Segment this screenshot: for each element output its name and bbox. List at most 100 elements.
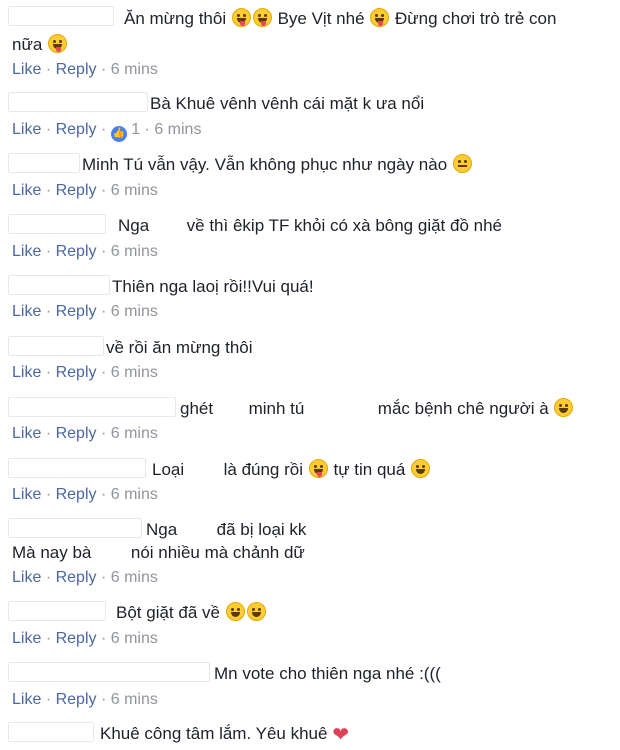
reply-link[interactable]: Reply — [56, 61, 97, 78]
comment-text: Khuê công tâm lắm. Yêu khuê — [100, 724, 328, 743]
reply-link[interactable]: Reply — [56, 303, 97, 320]
like-link[interactable]: Like — [12, 121, 41, 138]
reply-link[interactable]: Reply — [56, 630, 97, 647]
comment-text: Bà Khuê vênh vênh cái mặt k ưa nổi — [150, 94, 425, 113]
reply-link[interactable]: Reply — [56, 486, 97, 503]
separator: · — [100, 303, 107, 320]
comment-actions: Like · Reply · 6 mins — [12, 242, 158, 262]
reply-link[interactable]: Reply — [56, 691, 97, 708]
like-link[interactable]: Like — [12, 630, 41, 647]
comment-text: Mà nay bà — [12, 543, 92, 562]
comment-text: Bột giặt đã về — [116, 603, 220, 622]
timestamp[interactable]: 6 mins — [111, 425, 158, 442]
separator: · — [45, 691, 52, 708]
redacted-name — [8, 601, 106, 621]
reply-link[interactable]: Reply — [56, 569, 97, 586]
comment-text: minh tú — [248, 399, 305, 418]
separator: · — [100, 691, 107, 708]
timestamp[interactable]: 6 mins — [111, 61, 158, 78]
comment-text: Nga — [146, 520, 178, 539]
comment-text: Bye Vịt nhé — [277, 9, 365, 28]
like-thumb-icon[interactable]: 👍 — [110, 126, 127, 142]
comment-text: Ăn mừng thôi — [124, 9, 227, 28]
separator: · — [100, 486, 107, 503]
emoji-icon — [370, 8, 390, 27]
separator: · — [100, 182, 107, 199]
comment-actions: Like · Reply · 6 mins — [12, 424, 158, 444]
redacted-name — [8, 662, 210, 682]
redacted-name — [8, 92, 148, 112]
comment-actions: Like · Reply · 6 mins — [12, 690, 158, 710]
timestamp[interactable]: 6 mins — [111, 691, 158, 708]
separator: · — [100, 364, 107, 381]
redacted-name — [8, 722, 94, 742]
comment-text: nữa — [12, 35, 43, 54]
comment-text: nói nhiều mà chảnh dữ — [130, 543, 305, 562]
reply-link[interactable]: Reply — [56, 243, 97, 260]
like-link[interactable]: Like — [12, 364, 41, 381]
redacted-name — [8, 214, 106, 234]
comment-actions: Like · Reply · 6 mins — [12, 485, 158, 505]
comment-text: Nga — [118, 216, 150, 235]
timestamp[interactable]: 6 mins — [111, 182, 158, 199]
separator: · — [100, 569, 107, 586]
reply-link[interactable]: Reply — [56, 182, 97, 199]
like-link[interactable]: Like — [12, 243, 41, 260]
emoji-icon — [554, 398, 574, 417]
like-link[interactable]: Like — [12, 691, 41, 708]
like-link[interactable]: Like — [12, 182, 41, 199]
timestamp[interactable]: 6 mins — [111, 630, 158, 647]
redacted-name — [8, 153, 80, 173]
separator: · — [100, 425, 107, 442]
redacted-name — [8, 275, 110, 295]
comment-text: về thì êkip TF khỏi có xà bông giặt đồ n… — [186, 216, 502, 235]
timestamp[interactable]: 6 mins — [111, 569, 158, 586]
separator: · — [45, 364, 52, 381]
comment-text: Thiên nga laoị rồi!!Vui quá! — [112, 277, 314, 296]
like-link[interactable]: Like — [12, 486, 41, 503]
separator: · — [45, 121, 52, 138]
emoji-icon — [48, 34, 68, 53]
timestamp[interactable]: 6 mins — [111, 486, 158, 503]
like-link[interactable]: Like — [12, 425, 41, 442]
emoji-icon — [308, 459, 328, 478]
comment-actions: Like · Reply · 6 mins — [12, 181, 158, 201]
separator: · — [100, 61, 107, 78]
timestamp[interactable]: 6 mins — [154, 121, 201, 138]
separator: · — [45, 486, 52, 503]
comment-actions: Like · Reply · 6 mins — [12, 60, 158, 80]
separator: · — [45, 243, 52, 260]
comment-text: là đúng rồi — [223, 460, 303, 479]
like-link[interactable]: Like — [12, 61, 41, 78]
separator: · — [100, 121, 107, 138]
timestamp[interactable]: 6 mins — [111, 303, 158, 320]
separator: · — [45, 569, 52, 586]
emoji-icon — [252, 8, 272, 27]
emoji-icon — [225, 602, 245, 621]
separator: · — [100, 630, 107, 647]
emoji-icon — [231, 8, 251, 27]
timestamp[interactable]: 6 mins — [111, 243, 158, 260]
timestamp[interactable]: 6 mins — [111, 364, 158, 381]
comment-text: Đừng chơi trò trẻ con — [395, 9, 557, 28]
reply-link[interactable]: Reply — [56, 425, 97, 442]
comment-actions: Like · Reply · 👍 1 · 6 mins — [12, 120, 201, 142]
comment-text: mắc bệnh chê người à — [377, 399, 549, 418]
comment-actions: Like · Reply · 6 mins — [12, 629, 158, 649]
comment-text: Mn vote cho thiên nga nhé :((( — [214, 664, 441, 683]
redacted-name — [8, 6, 114, 26]
like-count[interactable]: 1 — [131, 121, 140, 138]
redacted-name — [8, 336, 104, 356]
comment-actions: Like · Reply · 6 mins — [12, 568, 158, 588]
comment-text: Minh Tú vẫn vậy. Vẫn không phục như ngày… — [82, 155, 448, 174]
separator: · — [45, 425, 52, 442]
comment-text: đã bị loại kk — [216, 520, 307, 539]
redacted-name — [8, 458, 146, 478]
comment-text: tự tin quá — [333, 460, 406, 479]
emoji-icon — [246, 602, 266, 621]
like-link[interactable]: Like — [12, 569, 41, 586]
comment-actions: Like · Reply · 6 mins — [12, 302, 158, 322]
reply-link[interactable]: Reply — [56, 364, 97, 381]
like-link[interactable]: Like — [12, 303, 41, 320]
reply-link[interactable]: Reply — [56, 121, 97, 138]
